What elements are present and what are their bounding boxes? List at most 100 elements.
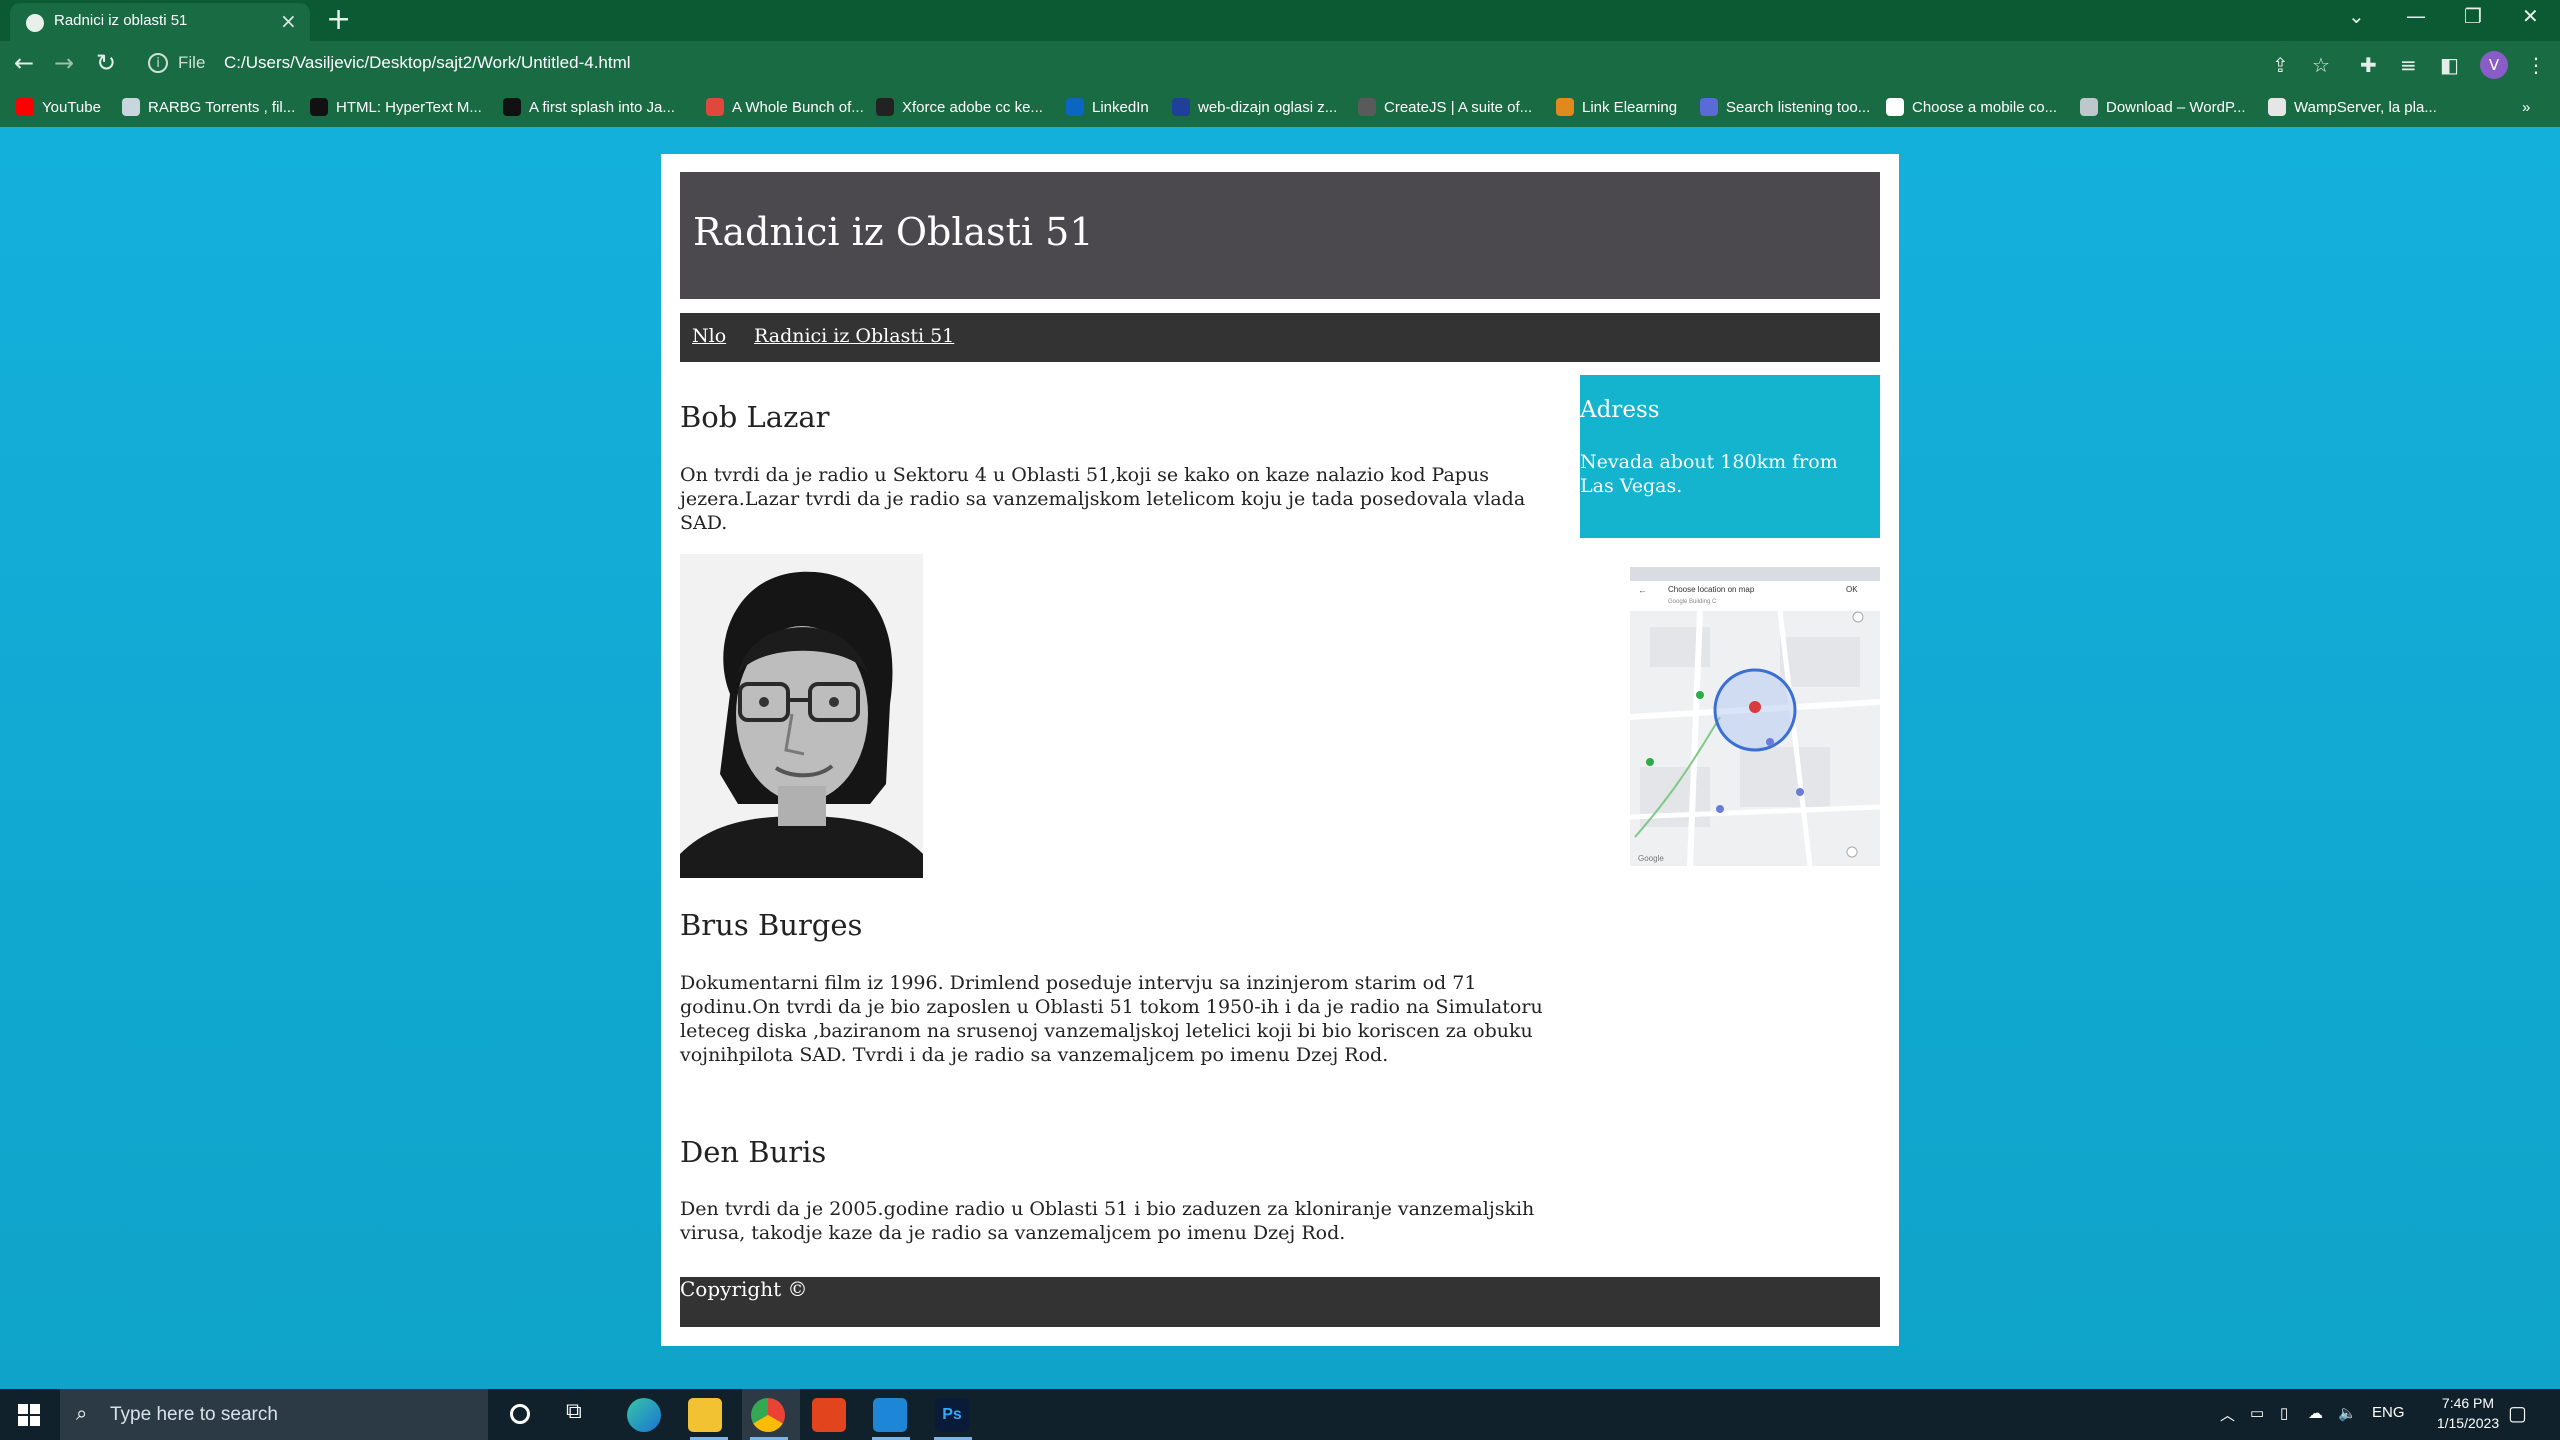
bob-lazar-portrait	[680, 554, 923, 878]
site-title: Radnici iz Oblasti 51	[693, 210, 1094, 254]
back-arrow-icon[interactable]: ←	[14, 49, 34, 77]
article-text-den-buris: Den tvrdi da je 2005.godine radio u Obla…	[680, 1198, 1535, 1244]
forward-arrow-icon[interactable]: →	[54, 49, 74, 77]
network-icon[interactable]: ▭	[2250, 1404, 2264, 1422]
address-bar[interactable]: i File C:/Users/Vasiljevic/Desktop/sajt2…	[140, 45, 2300, 83]
close-tab-icon[interactable]: ×	[280, 9, 297, 33]
minimize-button[interactable]: —	[2406, 4, 2426, 28]
bookmark-item[interactable]: Link Elearning	[1556, 95, 1677, 119]
bookmark-favicon-icon	[503, 98, 521, 116]
office-icon[interactable]	[812, 1398, 846, 1432]
copyright-text: Copyright ©	[680, 1277, 808, 1301]
bookmark-label: Link Elearning	[1582, 98, 1678, 116]
bookmark-item[interactable]: Choose a mobile co...	[1886, 95, 2057, 119]
bookmark-favicon-icon	[122, 98, 140, 116]
site-footer: Copyright ©	[680, 1277, 1880, 1327]
article-heading-bob-lazar: Bob Lazar	[680, 400, 830, 434]
close-window-button[interactable]: ✕	[2522, 4, 2539, 28]
windows-start-icon[interactable]	[18, 1404, 40, 1426]
globe-icon	[26, 14, 44, 32]
article-heading-den-buris: Den Buris	[680, 1135, 827, 1169]
onedrive-icon[interactable]: ☁	[2308, 1404, 2323, 1422]
bookmark-item[interactable]: Download – WordP...	[2080, 95, 2246, 119]
bookmark-star-icon[interactable]: ☆	[2312, 53, 2330, 77]
side-panel-icon[interactable]: ◧	[2440, 53, 2459, 77]
bookmark-label: A first splash into Ja...	[529, 98, 675, 116]
bookmark-item[interactable]: HTML: HyperText M...	[310, 95, 482, 119]
tray-chevron-icon[interactable]: ︿	[2220, 1404, 2235, 1425]
bookmark-favicon-icon	[1700, 98, 1718, 116]
vscode-icon[interactable]	[873, 1398, 907, 1432]
notifications-icon[interactable]: ▢	[2508, 1401, 2527, 1426]
bookmark-favicon-icon	[16, 98, 34, 116]
bookmark-favicon-icon	[1066, 98, 1084, 116]
file-explorer-icon[interactable]	[688, 1398, 722, 1432]
bookmark-item[interactable]: RARBG Torrents , fil...	[122, 95, 295, 119]
bookmark-item[interactable]: YouTube	[16, 95, 101, 119]
bookmark-favicon-icon	[706, 98, 724, 116]
new-tab-button[interactable]: +	[326, 2, 351, 37]
address-scheme-label: File	[178, 53, 206, 72]
aside-title: Adress	[1580, 397, 1660, 423]
site-header: Radnici iz Oblasti 51	[680, 172, 1880, 299]
photoshop-icon[interactable]: Ps	[935, 1398, 969, 1432]
chrome-icon[interactable]	[751, 1398, 785, 1432]
bookmark-favicon-icon	[2080, 98, 2098, 116]
browser-toolbar: ← → ↻ i File C:/Users/Vasiljevic/Desktop…	[0, 41, 2560, 87]
restore-button[interactable]: ❐	[2464, 4, 2482, 28]
reading-list-icon[interactable]: ≡	[2400, 53, 2417, 77]
bookmark-favicon-icon	[876, 98, 894, 116]
aside-text: Nevada about 180km from Las Vegas.	[1580, 451, 1838, 497]
reload-icon[interactable]: ↻	[96, 49, 116, 77]
bookmark-item[interactable]: A Whole Bunch of...	[706, 95, 864, 119]
clock-time[interactable]: 7:46 PM	[2428, 1395, 2508, 1411]
bookmark-label: HTML: HyperText M...	[336, 98, 482, 116]
nav-link-radnici[interactable]: Radnici iz Oblasti 51	[754, 325, 954, 347]
map-ok-text: OK	[1846, 585, 1858, 594]
tab-title: Radnici iz oblasti 51	[54, 12, 188, 29]
bookmark-favicon-icon	[1556, 98, 1574, 116]
taskbar-search-placeholder: Type here to search	[110, 1404, 278, 1425]
bookmark-item[interactable]: A first splash into Ja...	[503, 95, 675, 119]
site-nav: Nlo Radnici iz Oblasti 51	[680, 313, 1880, 362]
bookmark-item[interactable]: WampServer, la pla...	[2268, 95, 2437, 119]
bookmark-item[interactable]: Search listening too...	[1700, 95, 1870, 119]
map-sub-text: Google Building C	[1668, 599, 1717, 605]
taskbar-search-box[interactable]: ⌕ Type here to search	[60, 1389, 488, 1440]
bookmark-label: CreateJS | A suite of...	[1384, 98, 1533, 116]
profile-avatar[interactable]: V	[2480, 51, 2508, 79]
bookmark-item[interactable]: Xforce adobe cc ke...	[876, 95, 1043, 119]
bookmark-label: web-dizajn oglasi z...	[1198, 98, 1338, 116]
extensions-icon[interactable]: ✚	[2360, 53, 2377, 77]
nav-link-nlo[interactable]: Nlo	[692, 325, 726, 347]
menu-dots-icon[interactable]: ⋮	[2526, 53, 2546, 77]
bookmarks-bar: YouTube RARBG Torrents , fil... HTML: Hype…	[0, 87, 2560, 127]
bookmark-item[interactable]: LinkedIn	[1066, 95, 1149, 119]
bookmark-label: Download – WordP...	[2106, 98, 2246, 116]
edge-icon[interactable]	[627, 1398, 661, 1432]
windows-taskbar: ⌕ Type here to search ⧉ Ps ︿ ▭ ▯ ☁ 🔈 ENG…	[0, 1389, 2560, 1440]
tab-search-chevron-icon[interactable]: ⌄	[2348, 4, 2365, 28]
address-aside: Adress Nevada about 180km from Las Vegas…	[1580, 375, 1880, 538]
share-icon[interactable]: ⇪	[2272, 53, 2289, 77]
language-indicator[interactable]: ENG	[2372, 1404, 2405, 1421]
volume-icon[interactable]: 🔈	[2338, 1404, 2357, 1422]
map-image: ← Choose location on map Google Building…	[1630, 567, 1880, 866]
battery-icon[interactable]: ▯	[2280, 1404, 2288, 1422]
bookmark-favicon-icon	[1172, 98, 1190, 116]
article-text-brus-burges: Dokumentarni film iz 1996. Drimlend pose…	[680, 972, 1543, 1066]
bookmarks-overflow-icon[interactable]: »	[2522, 95, 2530, 119]
browser-tab[interactable]: Radnici iz oblasti 51 ×	[10, 3, 310, 41]
bookmark-item[interactable]: web-dizajn oglasi z...	[1172, 95, 1337, 119]
clock-date[interactable]: 1/15/2023	[2418, 1415, 2518, 1431]
svg-text:←: ←	[1638, 585, 1647, 595]
bookmark-item[interactable]: CreateJS | A suite of...	[1358, 95, 1532, 119]
map-header-text: Choose location on map	[1668, 585, 1755, 594]
bookmark-label: LinkedIn	[1092, 98, 1149, 116]
bookmark-label: Xforce adobe cc ke...	[902, 98, 1043, 116]
task-view-icon[interactable]: ⧉	[566, 1399, 582, 1424]
cortana-icon[interactable]	[510, 1404, 530, 1424]
info-icon[interactable]: i	[148, 53, 168, 73]
address-url[interactable]: C:/Users/Vasiljevic/Desktop/sajt2/Work/U…	[224, 53, 631, 73]
search-icon: ⌕	[76, 1401, 88, 1425]
